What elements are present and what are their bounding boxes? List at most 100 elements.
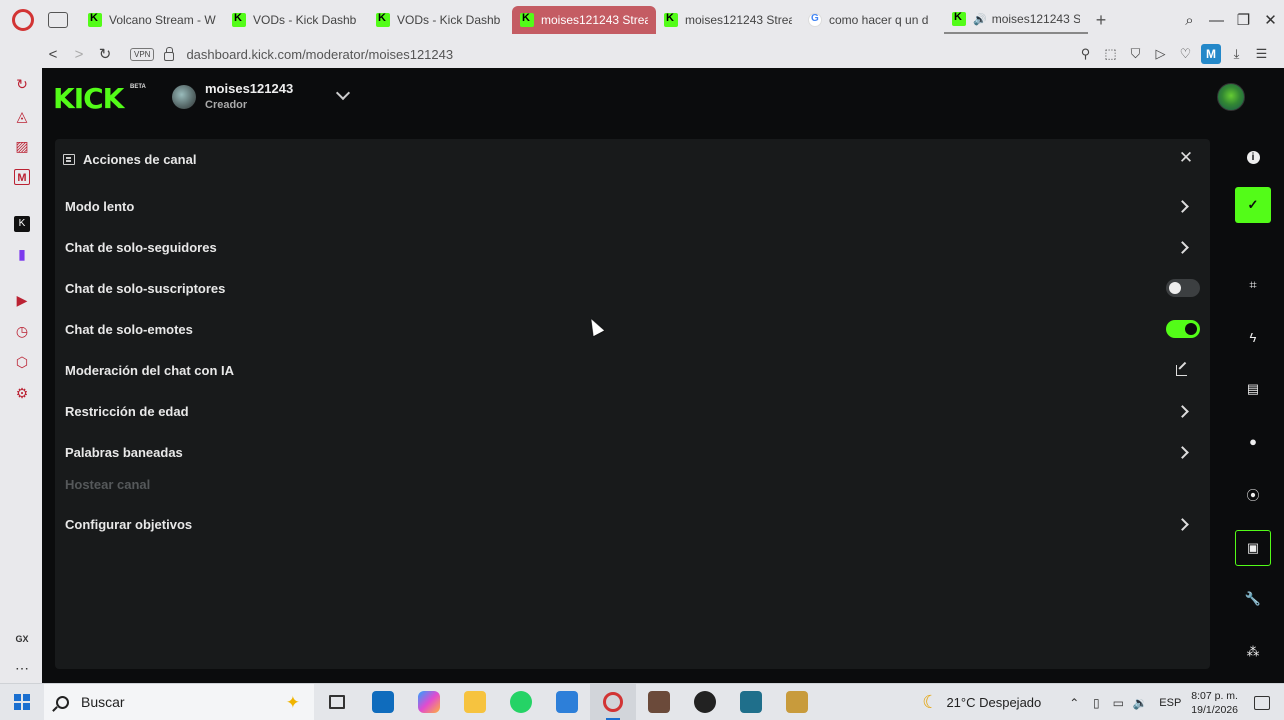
browser-tab-current[interactable]: 🔊 moises121243 S (944, 6, 1088, 34)
browser-tab[interactable]: Volcano Stream - W (80, 6, 224, 34)
chevron-right-icon[interactable] (1176, 404, 1189, 418)
browser-tab[interactable]: VODs - Kick Dashb (224, 6, 368, 34)
speaker-icon[interactable]: 🔊 (973, 13, 987, 26)
url-field[interactable]: dashboard.kick.com/moderator/moises12124… (186, 47, 453, 62)
menu-icon[interactable]: ☰ (1249, 46, 1274, 62)
kick-header: KICK BETA moises121243 Creador (42, 68, 1284, 126)
folder-icon (464, 691, 486, 713)
tab-islands-icon[interactable] (48, 12, 68, 28)
taskbar-app-whatsapp[interactable] (498, 684, 544, 720)
weather-widget[interactable]: 21°C Despejado (946, 695, 1041, 710)
kick-logo[interactable]: KICK (53, 82, 124, 115)
close-window-button[interactable]: ✕ (1257, 11, 1284, 29)
taskbar-app-lol-2[interactable] (774, 684, 820, 720)
gx-icon[interactable]: GX (14, 631, 30, 647)
avatar[interactable] (172, 85, 196, 109)
info-button[interactable]: i (1235, 139, 1271, 175)
taskbar-app-outlook[interactable] (360, 684, 406, 720)
chevron-up-icon[interactable]: ⌃ (1063, 696, 1085, 710)
maximize-button[interactable]: ❐ (1230, 11, 1257, 29)
download-icon[interactable]: ⤓ (1224, 46, 1249, 62)
snapshot-icon[interactable]: ⬚ (1098, 46, 1123, 62)
taskbar-app-store[interactable] (544, 684, 590, 720)
taskbar-app-copilot[interactable] (406, 684, 452, 720)
pin-icon[interactable]: ⚲ (1073, 46, 1098, 62)
tab-title: moises121243 Strea (685, 13, 792, 27)
taskbar-app-explorer[interactable] (452, 684, 498, 720)
send-icon[interactable]: ▷ (1148, 46, 1173, 62)
notes-icon: ▤ (1246, 381, 1260, 396)
browser-tab[interactable]: moises121243 Strea (656, 6, 800, 34)
back-button[interactable]: < (42, 46, 64, 63)
emotes-only-toggle[interactable] (1166, 320, 1200, 338)
community-button[interactable]: ⁂ (1235, 634, 1271, 670)
forward-button[interactable]: > (68, 46, 90, 63)
heart-icon[interactable]: ♡ (1173, 46, 1198, 62)
chevron-down-icon[interactable] (335, 85, 351, 101)
history-icon[interactable]: ◷ (14, 323, 30, 339)
aria-icon[interactable]: ◬ (14, 108, 30, 124)
channel-actions-button[interactable]: ▣ (1235, 530, 1271, 566)
start-button[interactable] (0, 684, 44, 720)
microphone-icon[interactable]: ▯ (1085, 696, 1107, 710)
settings-icon[interactable]: ⚙ (14, 385, 30, 401)
player-icon[interactable]: ▶ (14, 292, 30, 308)
browser-tab[interactable]: como hacer q un d (800, 6, 944, 34)
task-view-button[interactable] (314, 684, 360, 720)
row-slow-mode[interactable]: Modo lento (65, 191, 1200, 221)
reload-button[interactable]: ↻ (94, 45, 116, 63)
browser-tab[interactable]: VODs - Kick Dashb (368, 6, 512, 34)
taskbar-app-obs[interactable] (682, 684, 728, 720)
chat-button[interactable]: ● (1235, 423, 1271, 459)
row-banned-words[interactable]: Palabras baneadas (65, 437, 1200, 467)
tools-button[interactable]: 🔧 (1235, 581, 1271, 617)
clock[interactable]: 8:07 p. m. 19/1/2026 (1191, 689, 1238, 717)
channel-name[interactable]: moises121243 (205, 81, 293, 96)
chevron-right-icon[interactable] (1176, 199, 1189, 213)
kick-app-icon[interactable]: K (14, 216, 30, 232)
tab-search-icon[interactable]: ⌕ (1176, 12, 1203, 29)
new-tab-button[interactable]: + (1090, 9, 1112, 31)
vpn-badge[interactable]: VPN (130, 47, 155, 61)
row-followers-only[interactable]: Chat de solo-seguidores (65, 232, 1200, 262)
language-indicator[interactable]: ESP (1159, 697, 1181, 709)
taskbar-app-opera[interactable] (590, 683, 636, 720)
broadcast-button[interactable]: ⦿ (1235, 476, 1271, 512)
quick-actions-button[interactable]: ϟ (1235, 319, 1271, 355)
lock-icon[interactable] (164, 46, 175, 61)
volume-icon[interactable]: 🔉 (1129, 696, 1151, 710)
browser-tab-active[interactable]: moises121243 Stream - K (512, 6, 656, 34)
capture-button[interactable]: ⌗ (1235, 267, 1271, 303)
shield-icon[interactable]: ⛉ (1123, 46, 1148, 62)
row-ai-moderation[interactable]: Moderación del chat con IA (65, 355, 1200, 385)
twitch-icon[interactable]: ▮ (14, 246, 30, 262)
extensions-icon[interactable]: ⬡ (14, 354, 30, 370)
opera-menu-icon[interactable] (12, 9, 34, 31)
subscribers-only-toggle[interactable] (1166, 279, 1200, 297)
chevron-right-icon[interactable] (1176, 240, 1189, 254)
check-button[interactable]: ✓ (1235, 187, 1271, 223)
window-controls: ⌕ — ❐ ✕ (1176, 0, 1284, 40)
tab-title: VODs - Kick Dashb (397, 13, 501, 27)
profile-avatar[interactable] (1217, 83, 1245, 111)
taskbar-app-lol-1[interactable] (728, 684, 774, 720)
taskbar-search[interactable]: Buscar ✦ (44, 683, 314, 720)
stripes-icon[interactable]: ▨ (14, 138, 30, 154)
external-link-icon[interactable] (1176, 364, 1187, 376)
speed-dial-icon[interactable]: ↻ (14, 76, 30, 92)
more-icon[interactable]: ⋯ (14, 660, 30, 676)
notes-button[interactable]: ▤ (1235, 371, 1271, 407)
network-icon[interactable]: ▭ (1107, 696, 1129, 710)
search-placeholder: Buscar (81, 694, 125, 710)
chevron-right-icon[interactable] (1176, 445, 1189, 459)
row-age-restriction[interactable]: Restricción de edad (65, 396, 1200, 426)
gmail-icon[interactable]: M (14, 169, 30, 185)
profile-button[interactable]: M (1201, 44, 1221, 64)
taskbar-app-game[interactable] (636, 684, 682, 720)
row-label: Modo lento (65, 198, 135, 214)
notifications-icon[interactable] (1254, 695, 1270, 710)
row-goals[interactable]: Configurar objetivos (65, 509, 1200, 539)
minimize-button[interactable]: — (1203, 12, 1230, 29)
close-icon[interactable]: ✕ (1177, 148, 1195, 168)
chevron-right-icon[interactable] (1176, 517, 1189, 531)
